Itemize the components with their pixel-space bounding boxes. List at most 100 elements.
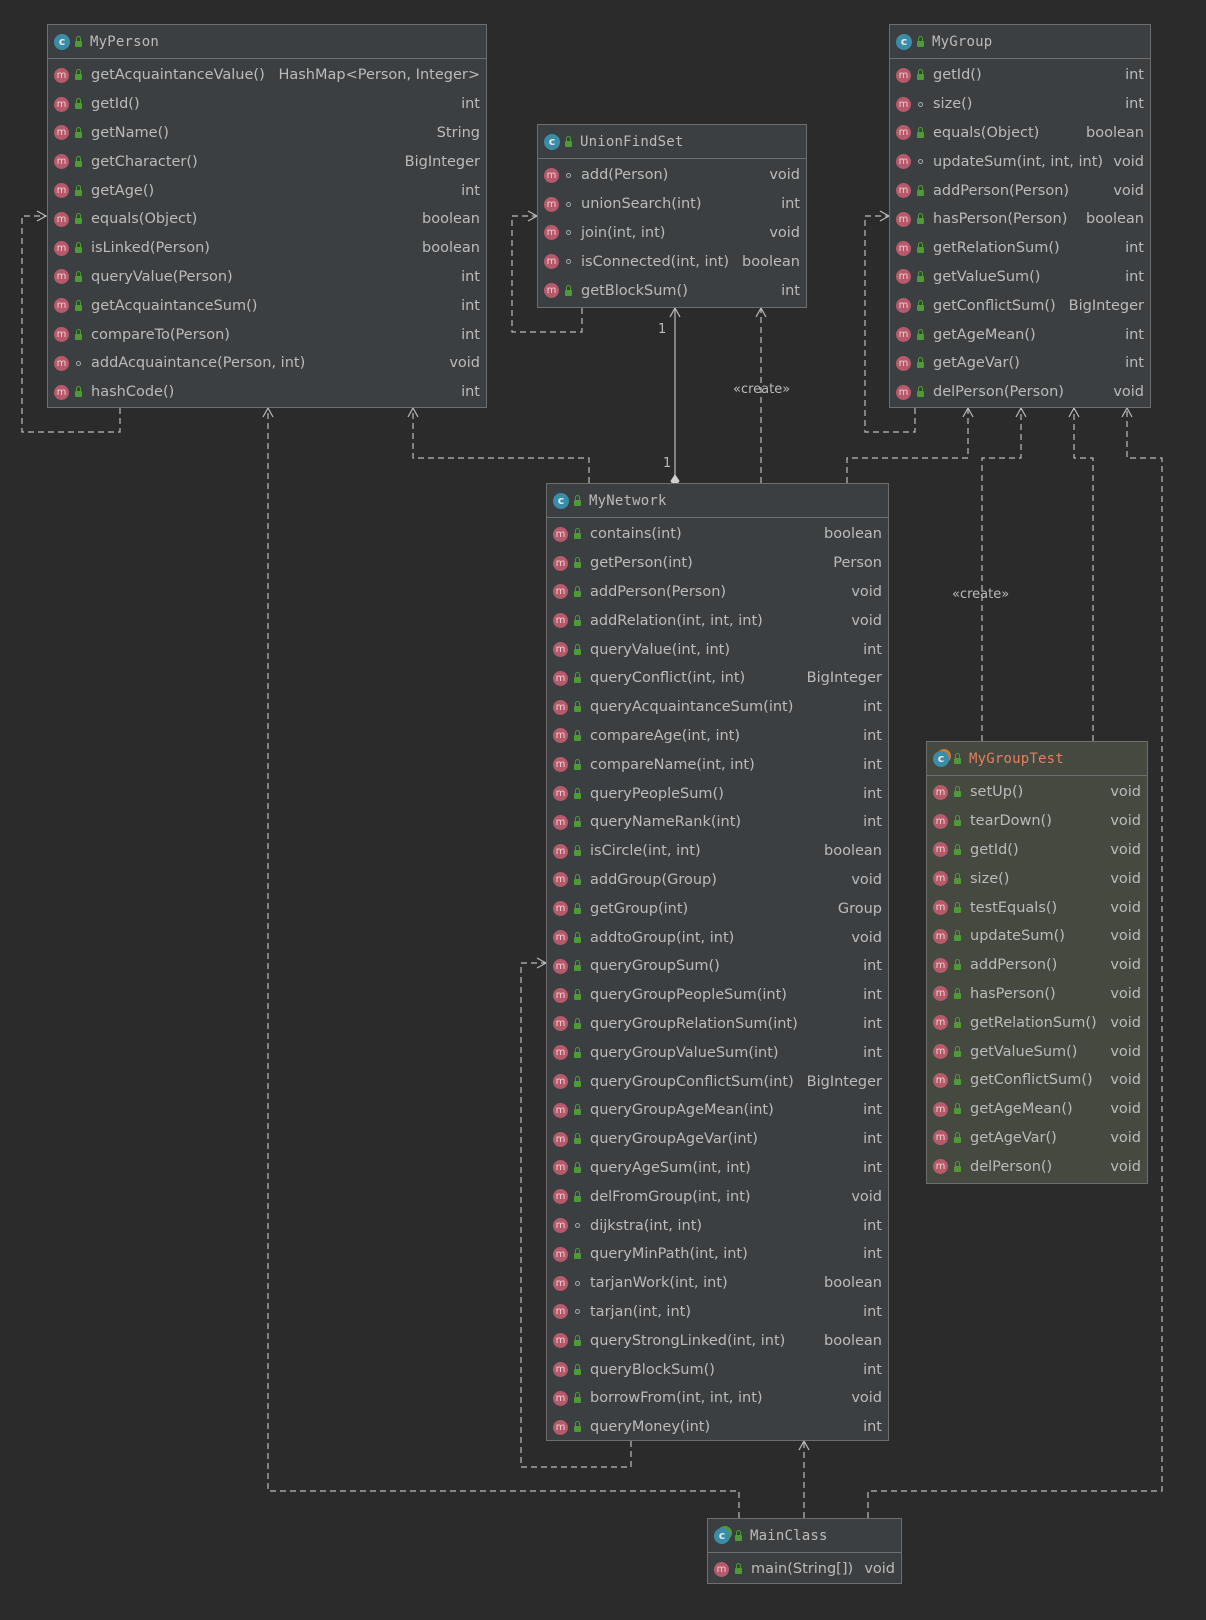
method-row[interactable]: m add(Person) void	[538, 161, 806, 190]
method-row[interactable]: m addGroup(Group) void	[547, 866, 888, 895]
method-row[interactable]: m getAgeMean() int	[890, 320, 1150, 349]
method-row[interactable]: m queryGroupPeopleSum(int) int	[547, 981, 888, 1010]
method-row[interactable]: m getConflictSum() BigInteger	[890, 291, 1150, 320]
method-row[interactable]: m delPerson() void	[927, 1152, 1147, 1181]
method-row[interactable]: m getAgeMean() void	[927, 1095, 1147, 1124]
method-return-type: Group	[837, 900, 882, 917]
class-mainclass[interactable]: c MainClass m main(String[]) void	[707, 1518, 902, 1584]
method-row[interactable]: m queryNameRank(int) int	[547, 808, 888, 837]
method-icon: m	[933, 1101, 948, 1117]
method-row[interactable]: m setUp() void	[927, 778, 1147, 807]
method-row[interactable]: m queryMinPath(int, int) int	[547, 1240, 888, 1269]
method-row[interactable]: m hasPerson(Person) boolean	[890, 205, 1150, 234]
method-row[interactable]: m getConflictSum() void	[927, 1066, 1147, 1095]
method-row[interactable]: m getAgeVar() void	[927, 1124, 1147, 1153]
class-mygroup[interactable]: c MyGroup m getId() int m size() int m equals(O…	[889, 24, 1151, 408]
method-row[interactable]: m updateSum(int, int, int) void	[890, 147, 1150, 176]
method-row[interactable]: m queryAcquaintanceSum(int) int	[547, 693, 888, 722]
method-row[interactable]: m getBlockSum() int	[538, 276, 806, 305]
method-row[interactable]: m getId() void	[927, 836, 1147, 865]
method-row[interactable]: m getAge() int	[48, 176, 486, 205]
method-row[interactable]: m borrowFrom(int, int, int) void	[547, 1384, 888, 1413]
method-row[interactable]: m tarjan(int, int) int	[547, 1298, 888, 1327]
method-row[interactable]: m tearDown() void	[927, 807, 1147, 836]
method-name: queryPeopleSum()	[590, 785, 724, 802]
method-row[interactable]: m isConnected(int, int) boolean	[538, 247, 806, 276]
method-row[interactable]: m addPerson() void	[927, 951, 1147, 980]
method-row[interactable]: m queryValue(int, int) int	[547, 635, 888, 664]
method-row[interactable]: m getRelationSum() int	[890, 234, 1150, 263]
method-icon: m	[553, 1218, 568, 1234]
method-row[interactable]: m queryBlockSum() int	[547, 1355, 888, 1384]
method-row[interactable]: m queryGroupAgeVar(int) int	[547, 1125, 888, 1154]
method-icon: m	[933, 813, 948, 829]
method-row[interactable]: m delFromGroup(int, int) void	[547, 1182, 888, 1211]
class-mynetwork[interactable]: c MyNetwork m contains(int) boolean m getPer…	[546, 483, 889, 1441]
method-row[interactable]: m getGroup(int) Group	[547, 894, 888, 923]
method-row[interactable]: m getValueSum() int	[890, 263, 1150, 292]
method-row[interactable]: m queryMoney(int) int	[547, 1413, 888, 1442]
method-row[interactable]: m getRelationSum() void	[927, 1008, 1147, 1037]
method-row[interactable]: m compareName(int, int) int	[547, 750, 888, 779]
method-row[interactable]: m getId() int	[890, 61, 1150, 90]
method-row[interactable]: m queryPeopleSum() int	[547, 779, 888, 808]
method-row[interactable]: m testEquals() void	[927, 893, 1147, 922]
method-row[interactable]: m getValueSum() void	[927, 1037, 1147, 1066]
class-mygrouptest[interactable]: c MyGroupTest m setUp() void m tearDown() voi…	[926, 741, 1148, 1184]
method-return-type: int	[863, 1102, 882, 1119]
class-unionfindset[interactable]: c UnionFindSet m add(Person) void m unionSea…	[537, 124, 807, 308]
method-icon: m	[553, 1419, 568, 1435]
method-row[interactable]: m size() int	[890, 90, 1150, 119]
method-row[interactable]: m contains(int) boolean	[547, 520, 888, 549]
method-row[interactable]: m dijkstra(int, int) int	[547, 1211, 888, 1240]
method-row[interactable]: m size() void	[927, 864, 1147, 893]
method-row[interactable]: m getAgeVar() int	[890, 349, 1150, 378]
method-list: m getAcquaintanceValue() HashMap<Person, I…	[48, 59, 486, 407]
public-lock-icon	[954, 786, 961, 798]
method-row[interactable]: m updateSum() void	[927, 922, 1147, 951]
method-row[interactable]: m addPerson(Person) void	[890, 176, 1150, 205]
method-row[interactable]: m addtoGroup(int, int) void	[547, 923, 888, 952]
method-row[interactable]: m addAcquaintance(Person, int) void	[48, 349, 486, 378]
method-icon: m	[553, 872, 568, 888]
method-row[interactable]: m tarjanWork(int, int) boolean	[547, 1269, 888, 1298]
method-row[interactable]: m unionSearch(int) int	[538, 190, 806, 219]
class-myperson[interactable]: c MyPerson m getAcquaintanceValue() HashMa…	[47, 24, 487, 408]
method-row[interactable]: m queryGroupAgeMean(int) int	[547, 1096, 888, 1125]
method-return-type: boolean	[824, 526, 882, 543]
method-row[interactable]: m hashCode() int	[48, 378, 486, 407]
method-row[interactable]: m addPerson(Person) void	[547, 578, 888, 607]
method-name: compareAge(int, int)	[590, 727, 741, 744]
method-row[interactable]: m getAcquaintanceSum() int	[48, 291, 486, 320]
method-row[interactable]: m compareAge(int, int) int	[547, 722, 888, 751]
method-row[interactable]: m getPerson(int) Person	[547, 549, 888, 578]
method-row[interactable]: m delPerson(Person) void	[890, 378, 1150, 407]
method-row[interactable]: m queryGroupValueSum(int) int	[547, 1038, 888, 1067]
method-row[interactable]: m getAcquaintanceValue() HashMap<Person, I…	[48, 61, 486, 90]
public-lock-icon	[75, 69, 82, 81]
method-name: queryStrongLinked(int, int)	[590, 1332, 786, 1349]
method-row[interactable]: m queryValue(Person) int	[48, 263, 486, 292]
method-row[interactable]: m getId() int	[48, 90, 486, 119]
method-row[interactable]: m equals(Object) boolean	[890, 119, 1150, 148]
method-row[interactable]: m equals(Object) boolean	[48, 205, 486, 234]
method-row[interactable]: m isLinked(Person) boolean	[48, 234, 486, 263]
method-row[interactable]: m main(String[]) void	[708, 1555, 901, 1584]
method-row[interactable]: m hasPerson() void	[927, 980, 1147, 1009]
public-lock-icon	[954, 1045, 961, 1057]
method-row[interactable]: m compareTo(Person) int	[48, 320, 486, 349]
method-row[interactable]: m queryGroupSum() int	[547, 952, 888, 981]
method-row[interactable]: m queryAgeSum(int, int) int	[547, 1154, 888, 1183]
method-row[interactable]: m queryGroupRelationSum(int) int	[547, 1010, 888, 1039]
public-lock-icon	[954, 1103, 961, 1115]
method-row[interactable]: m isCircle(int, int) boolean	[547, 837, 888, 866]
class-header: c MainClass	[708, 1519, 901, 1553]
method-row[interactable]: m queryStrongLinked(int, int) boolean	[547, 1326, 888, 1355]
method-row[interactable]: m getName() String	[48, 119, 486, 148]
method-icon: m	[714, 1561, 729, 1577]
method-row[interactable]: m addRelation(int, int, int) void	[547, 606, 888, 635]
method-row[interactable]: m getCharacter() BigInteger	[48, 147, 486, 176]
method-row[interactable]: m queryConflict(int, int) BigInteger	[547, 664, 888, 693]
method-row[interactable]: m join(int, int) void	[538, 219, 806, 248]
method-row[interactable]: m queryGroupConflictSum(int) BigInteger	[547, 1067, 888, 1096]
